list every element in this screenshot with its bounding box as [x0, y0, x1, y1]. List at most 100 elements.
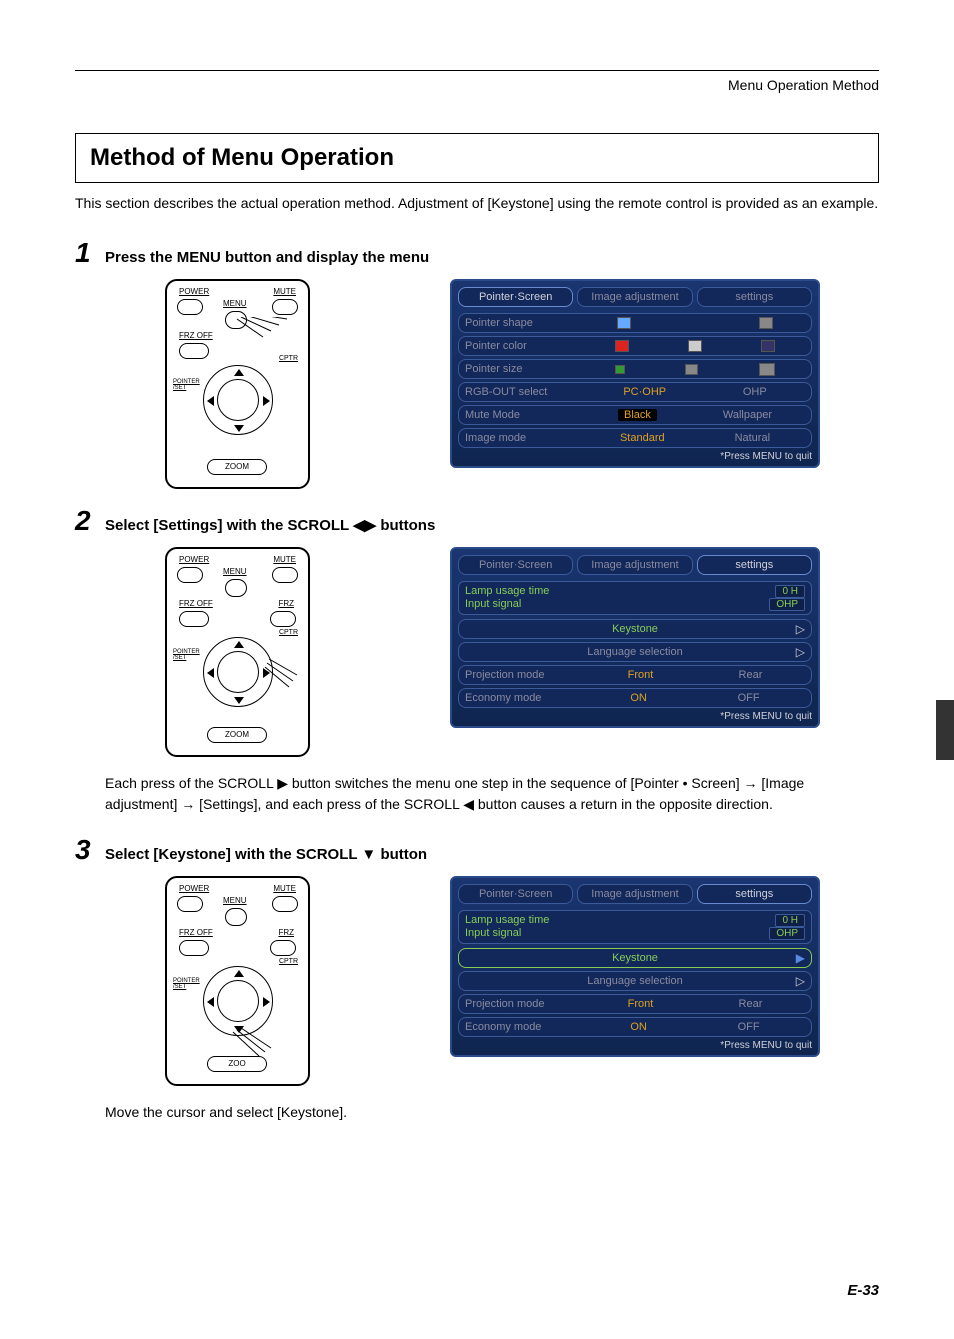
tab-image-adjustment: Image adjustment	[577, 555, 692, 575]
power-button	[177, 299, 203, 315]
tab-settings: settings	[697, 287, 812, 307]
osd-menu-2: Pointer·Screen Image adjustment settings…	[450, 547, 820, 728]
remote-diagram: POWER MUTE MENU FRZ OFF FRZ CPTR POINTER…	[165, 547, 310, 757]
info-input-value: OHP	[769, 927, 805, 940]
right-arrow-icon	[263, 997, 270, 1007]
step-2-heading: 2 Select [Settings] with the SCROLL ◀▶ b…	[75, 505, 879, 537]
cptr-label: CPTR	[279, 958, 298, 965]
color-blue-icon	[761, 340, 775, 352]
cptr-label: CPTR	[279, 629, 298, 636]
btn-language: Language selection▷	[458, 971, 812, 991]
tab-pointer-screen: Pointer·Screen	[458, 287, 573, 307]
osd-quit-hint: *Press MENU to quit	[458, 711, 812, 722]
osd-quit-hint: *Press MENU to quit	[458, 1040, 812, 1051]
info-input-label: Input signal	[465, 927, 521, 940]
tab-pointer-screen: Pointer·Screen	[458, 555, 573, 575]
power-button	[177, 896, 203, 912]
color-icon	[688, 340, 702, 352]
down-arrow-icon	[234, 425, 244, 432]
power-button	[177, 567, 203, 583]
frz-label: FRZ	[278, 599, 294, 608]
row-pointer-color: Pointer color	[458, 336, 812, 356]
opt-black: Black	[618, 409, 657, 421]
power-label: POWER	[179, 884, 209, 893]
row-label: Pointer shape	[465, 317, 585, 329]
tab-settings: settings	[697, 555, 812, 575]
menu-label: MENU	[223, 896, 247, 905]
step-3-heading: 3 Select [Keystone] with the SCROLL ▼ bu…	[75, 834, 879, 866]
row-label: Pointer color	[465, 340, 585, 352]
frzoff-button	[179, 940, 209, 956]
opt-standard: Standard	[620, 432, 665, 444]
opt-off: OFF	[738, 1021, 760, 1033]
opt-off: OFF	[738, 692, 760, 704]
frzoff-button	[179, 343, 209, 359]
row-label: Projection mode	[465, 669, 585, 681]
step-number: 1	[75, 237, 105, 269]
row-pointer-size: Pointer size	[458, 359, 812, 379]
scroll-inner	[217, 379, 259, 421]
mute-label: MUTE	[273, 884, 296, 893]
osd-info-box: Lamp usage time 0 H Input signal OHP	[458, 910, 812, 944]
row-projection-mode: Projection mode Front Rear	[458, 665, 812, 685]
step-title: Press the MENU button and display the me…	[105, 249, 429, 266]
frz-button	[270, 611, 296, 627]
step-3-content: POWER MUTE MENU FRZ OFF FRZ CPTR POINTER…	[165, 876, 879, 1086]
header-rule	[75, 70, 879, 71]
pointer-label: POINTER/SET	[173, 649, 200, 661]
step-1-content: POWER MUTE MENU FRZ OFF CPTR POINTER/SET…	[165, 279, 879, 489]
info-lamp-value: 0 H	[775, 585, 805, 598]
frz-button	[270, 940, 296, 956]
btn-keystone: Keystone▷	[458, 619, 812, 639]
scroll-inner	[217, 651, 259, 693]
mute-button	[272, 567, 298, 583]
frzoff-label: FRZ OFF	[179, 599, 213, 608]
intro-text: This section describes the actual operat…	[75, 193, 879, 213]
info-lamp-value: 0 H	[775, 914, 805, 927]
osd-menu-1: Pointer·Screen Image adjustment settings…	[450, 279, 820, 468]
row-label: Projection mode	[465, 998, 585, 1010]
menu-button	[225, 908, 247, 926]
mute-label: MUTE	[273, 287, 296, 296]
mute-label: MUTE	[273, 555, 296, 564]
opt-front: Front	[628, 669, 654, 681]
row-label: Image mode	[465, 432, 585, 444]
step-3-body: Move the cursor and select [Keystone].	[105, 1102, 879, 1122]
tab-image-adjustment: Image adjustment	[577, 287, 692, 307]
highlight-arrows-icon	[259, 659, 309, 709]
mute-button	[272, 299, 298, 315]
osd-tabs: Pointer·Screen Image adjustment settings	[458, 884, 812, 904]
info-input-label: Input signal	[465, 598, 521, 611]
up-arrow-icon	[234, 369, 244, 376]
menu-button	[225, 579, 247, 597]
remote-diagram: POWER MUTE MENU FRZ OFF CPTR POINTER/SET…	[165, 279, 310, 489]
header-text: Menu Operation Method	[75, 77, 879, 93]
menu-label: MENU	[223, 567, 247, 576]
opt-on: ON	[630, 692, 647, 704]
step-number: 2	[75, 505, 105, 537]
down-arrow-icon	[234, 697, 244, 704]
row-image-mode: Image mode StandardNatural	[458, 428, 812, 448]
left-arrow-icon	[207, 997, 214, 1007]
opt-rear: Rear	[739, 669, 763, 681]
highlight-arrows-icon	[213, 317, 303, 357]
zoom-button: ZOOM	[207, 727, 267, 743]
shape-opt-icon	[759, 317, 773, 329]
tab-settings: settings	[697, 884, 812, 904]
pointer-label: POINTER/SET	[173, 978, 200, 990]
frzoff-label: FRZ OFF	[179, 928, 213, 937]
row-pointer-shape: Pointer shape	[458, 313, 812, 333]
color-red-icon	[615, 340, 629, 352]
highlight-arrows-icon	[223, 1028, 283, 1078]
tab-image-adjustment: Image adjustment	[577, 884, 692, 904]
right-arrow-icon	[263, 396, 270, 406]
step-1-heading: 1 Press the MENU button and display the …	[75, 237, 879, 269]
info-lamp-label: Lamp usage time	[465, 585, 549, 598]
row-economy-mode: Economy mode ONOFF	[458, 1017, 812, 1037]
info-lamp-label: Lamp usage time	[465, 914, 549, 927]
row-rgb-out: RGB-OUT select PC·OHPOHP	[458, 382, 812, 402]
size-md-icon	[685, 364, 698, 375]
osd-tabs: Pointer·Screen Image adjustment settings	[458, 287, 812, 307]
osd-info-box: Lamp usage time0 H Input signalOHP	[458, 581, 812, 615]
row-mute-mode: Mute Mode BlackWallpaper	[458, 405, 812, 425]
